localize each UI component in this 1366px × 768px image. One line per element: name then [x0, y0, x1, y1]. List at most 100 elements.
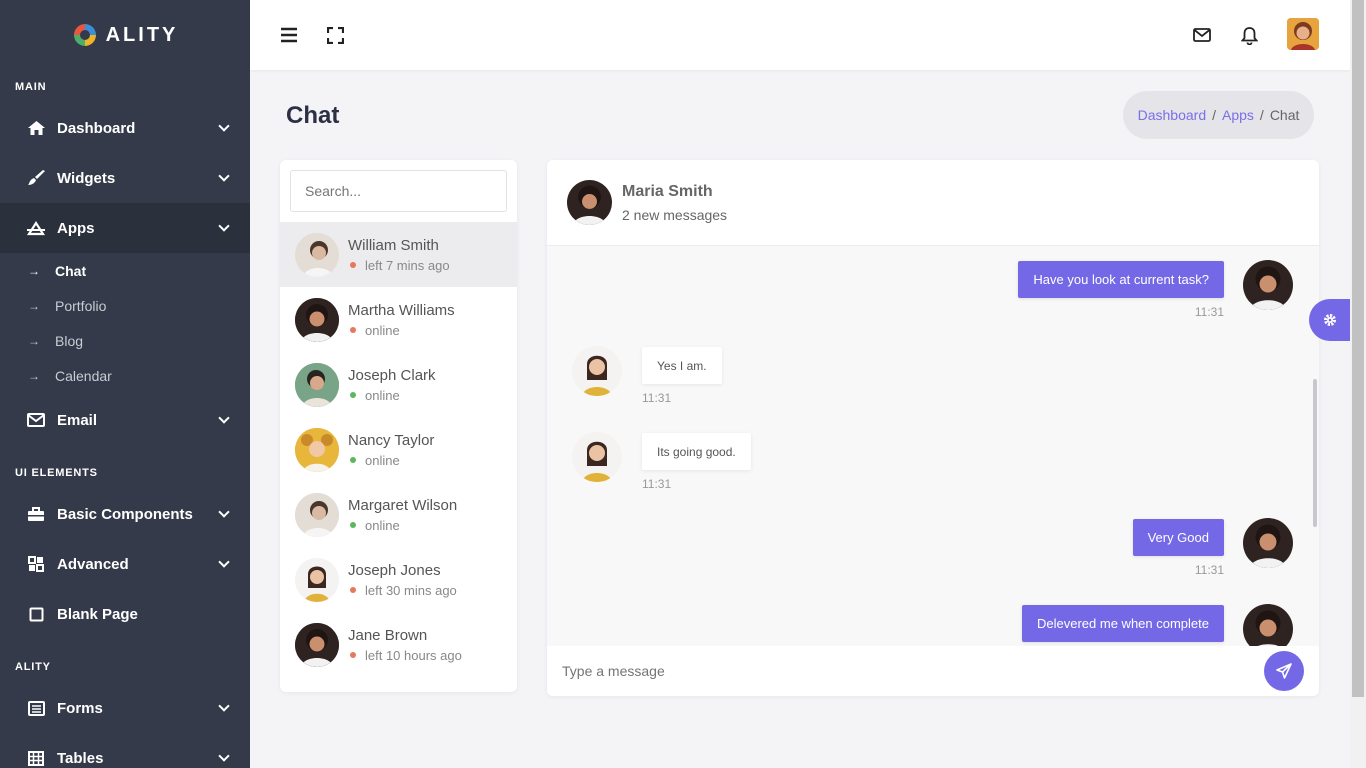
- chat-panel: Maria Smith 2 new messages Have you look…: [547, 160, 1319, 696]
- bell-icon[interactable]: [1238, 24, 1260, 46]
- sidebar-item-blank-page[interactable]: Blank Page: [0, 589, 250, 639]
- section-label-main: MAIN: [15, 81, 47, 93]
- sidebar-item-tables[interactable]: Tables: [0, 733, 250, 768]
- contact-name: Margaret Wilson: [348, 496, 458, 514]
- contact-item[interactable]: Joseph Jones left 30 mins ago: [280, 547, 517, 612]
- settings-toggle-button[interactable]: [1309, 299, 1350, 341]
- sidebar-item-label: Dashboard: [57, 119, 136, 137]
- message-bubble-outgoing: Very Good: [1132, 519, 1224, 556]
- contact-item[interactable]: Martha Williams online: [280, 287, 517, 352]
- message-time: 11:31: [1194, 563, 1224, 577]
- submenu-item-chat[interactable]: → Chat: [0, 253, 250, 288]
- sidebar-item-label: Email: [57, 411, 98, 429]
- contact-avatar: [295, 492, 339, 537]
- brand-name: ALITY: [105, 23, 179, 46]
- status-dot: [350, 262, 356, 268]
- sidebar-item-label: Basic Components: [57, 505, 193, 523]
- submenu-item-blog[interactable]: → Blog: [0, 323, 250, 358]
- contact-avatar: [295, 297, 339, 342]
- table-icon: [26, 749, 46, 767]
- home-icon: [26, 119, 46, 137]
- status-dot: [350, 392, 356, 398]
- section-label-ality: ALITY: [15, 661, 51, 673]
- arrow-right-icon: →: [28, 333, 40, 348]
- topbar: [250, 0, 1350, 70]
- contact-avatar: [295, 557, 339, 602]
- sidebar-item-basic-components[interactable]: Basic Components: [0, 489, 250, 539]
- search-input[interactable]: [290, 170, 507, 212]
- sender-avatar: [572, 432, 622, 482]
- sidebar-item-apps[interactable]: Apps: [0, 203, 250, 253]
- fullscreen-icon[interactable]: [324, 24, 346, 46]
- brand-logo[interactable]: ALITY: [0, 0, 250, 70]
- chat-scrollbar-thumb[interactable]: [1313, 379, 1317, 527]
- submenu-item-calendar[interactable]: → Calendar: [0, 358, 250, 393]
- logo-icon: [73, 24, 96, 46]
- contact-name: Joseph Jones: [348, 561, 441, 579]
- sender-avatar: [1243, 260, 1293, 310]
- contact-name: Jane Brown: [348, 626, 428, 644]
- submenu-label: Calendar: [55, 367, 112, 384]
- send-icon: [1276, 663, 1292, 679]
- contact-status-text: online: [365, 517, 400, 533]
- send-button[interactable]: [1264, 651, 1304, 691]
- contact-avatar: [295, 232, 339, 277]
- sender-avatar: [572, 346, 622, 396]
- briefcase-icon: [26, 505, 46, 523]
- sidebar-item-label: Forms: [57, 699, 103, 717]
- contact-status-text: left 10 hours ago: [365, 647, 462, 663]
- contact-item[interactable]: William Smith left 7 mins ago: [280, 222, 517, 287]
- breadcrumb: Dashboard / Apps / Chat: [1123, 91, 1314, 139]
- submenu-label: Blog: [55, 332, 84, 349]
- chat-new-messages: 2 new messages: [622, 207, 728, 223]
- contact-item[interactable]: Nancy Taylor online: [280, 417, 517, 482]
- sidebar-item-label: Tables: [57, 749, 104, 767]
- user-avatar[interactable]: [1287, 18, 1319, 50]
- sidebar-item-label: Advanced: [57, 555, 129, 573]
- chevron-down-icon: [218, 170, 230, 182]
- chevron-down-icon: [218, 120, 230, 132]
- square-icon: [26, 605, 46, 623]
- chevron-down-icon: [218, 700, 230, 712]
- chat-header: Maria Smith 2 new messages: [547, 160, 1319, 246]
- message-bubble-outgoing: Have you look at current task?: [1018, 261, 1224, 298]
- contact-status: left 7 mins ago: [348, 258, 450, 273]
- submenu-item-portfolio[interactable]: → Portfolio: [0, 288, 250, 323]
- form-icon: [26, 699, 46, 717]
- message-input[interactable]: [562, 656, 1242, 686]
- hamburger-menu-icon[interactable]: [278, 24, 300, 46]
- submenu-label: Chat: [55, 262, 87, 279]
- contact-item[interactable]: Joseph Clark online: [280, 352, 517, 417]
- message-bubble-outgoing: Delevered me when complete: [1022, 605, 1224, 642]
- gear-icon: [1323, 314, 1336, 326]
- contact-name: Joseph Clark: [348, 366, 436, 384]
- sidebar-item-dashboard[interactable]: Dashboard: [0, 103, 250, 153]
- chat-partner-avatar[interactable]: [567, 180, 612, 225]
- sidebar-item-label: Apps: [57, 219, 95, 237]
- contact-item[interactable]: Margaret Wilson online: [280, 482, 517, 547]
- page-scrollbar[interactable]: [1350, 0, 1366, 768]
- mail-icon[interactable]: [1191, 24, 1213, 46]
- apps-icon: [26, 219, 46, 237]
- breadcrumb-apps[interactable]: Apps: [1222, 107, 1254, 123]
- chevron-down-icon: [218, 220, 230, 232]
- sender-avatar: [1243, 518, 1293, 568]
- chevron-down-icon: [218, 556, 230, 568]
- breadcrumb-dashboard[interactable]: Dashboard: [1138, 107, 1207, 123]
- contact-status: online: [348, 453, 434, 468]
- contact-item[interactable]: Jane Brown left 10 hours ago: [280, 612, 517, 677]
- sidebar-item-email[interactable]: Email: [0, 395, 250, 445]
- section-label-ui-elements: UI ELEMENTS: [15, 467, 98, 479]
- sidebar-item-widgets[interactable]: Widgets: [0, 153, 250, 203]
- contact-status-text: online: [365, 387, 400, 403]
- sidebar-item-advanced[interactable]: Advanced: [0, 539, 250, 589]
- arrow-right-icon: →: [28, 263, 40, 278]
- envelope-icon: [26, 411, 46, 429]
- message-bubble-incoming: Yes I am.: [642, 347, 722, 384]
- page-title: Chat: [286, 102, 340, 129]
- page-scrollbar-thumb[interactable]: [1352, 0, 1364, 697]
- status-dot: [350, 327, 356, 333]
- chat-partner-name: Maria Smith: [622, 183, 713, 200]
- sidebar-item-forms[interactable]: Forms: [0, 683, 250, 733]
- contact-avatar: [295, 427, 339, 472]
